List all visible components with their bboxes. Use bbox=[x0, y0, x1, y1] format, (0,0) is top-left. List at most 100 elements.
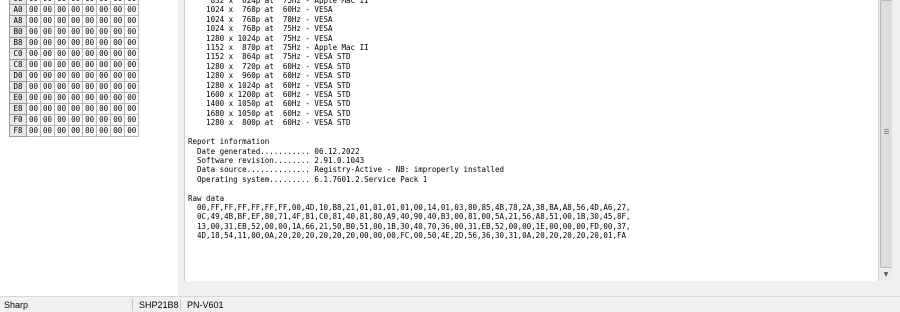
hex-byte-cell[interactable]: 00 bbox=[54, 125, 70, 137]
hex-byte-cell[interactable]: 00 bbox=[96, 4, 112, 16]
hex-byte-cell[interactable]: 00 bbox=[54, 103, 70, 115]
hex-byte-cell[interactable]: 00 bbox=[40, 48, 56, 60]
hex-byte-cell[interactable]: 00 bbox=[110, 48, 126, 60]
hex-byte-cell[interactable]: 00 bbox=[68, 103, 84, 115]
hex-byte-cell[interactable]: 00 bbox=[82, 37, 98, 49]
hex-byte-cell[interactable]: 00 bbox=[54, 26, 70, 38]
hex-byte-cell[interactable]: 00 bbox=[40, 114, 56, 126]
hex-byte-cell[interactable]: 00 bbox=[68, 4, 84, 16]
hex-byte-cell[interactable]: 00 bbox=[40, 103, 56, 115]
hex-byte-cell[interactable]: 00 bbox=[54, 114, 70, 126]
hex-byte-cell[interactable]: 00 bbox=[96, 59, 112, 71]
hex-byte-cell[interactable]: 00 bbox=[124, 26, 140, 38]
hex-byte-cell[interactable]: 00 bbox=[110, 15, 126, 27]
report-line: 832 x 624p at 75Hz - Apple Mac II bbox=[188, 0, 369, 5]
hex-byte-cell[interactable]: 00 bbox=[54, 15, 70, 27]
hex-byte-cell[interactable]: 00 bbox=[82, 15, 98, 27]
hex-byte-cell[interactable]: 00 bbox=[124, 81, 140, 93]
hex-byte-cell[interactable]: 00 bbox=[54, 81, 70, 93]
hex-byte-cell[interactable]: 00 bbox=[25, 59, 42, 71]
hex-byte-cell[interactable]: 00 bbox=[110, 125, 126, 137]
hex-byte-cell[interactable]: 00 bbox=[124, 70, 140, 82]
hex-byte-cell[interactable]: 00 bbox=[68, 48, 84, 60]
hex-byte-cell[interactable]: 00 bbox=[25, 26, 42, 38]
scroll-down-arrow-icon[interactable]: ▼ bbox=[879, 268, 893, 281]
hex-byte-cell[interactable]: 00 bbox=[96, 48, 112, 60]
hex-byte-cell[interactable]: 00 bbox=[110, 4, 126, 16]
hex-byte-cell[interactable]: 00 bbox=[124, 37, 140, 49]
hex-byte-cell[interactable]: 00 bbox=[110, 26, 126, 38]
hex-byte-cell[interactable]: 00 bbox=[25, 103, 42, 115]
hex-byte-cell[interactable]: 00 bbox=[124, 4, 140, 16]
hex-byte-cell[interactable]: 00 bbox=[54, 48, 70, 60]
hex-byte-cell[interactable]: 00 bbox=[82, 92, 98, 104]
hex-byte-cell[interactable]: 00 bbox=[96, 125, 112, 137]
hex-byte-cell[interactable]: 00 bbox=[25, 125, 42, 137]
hex-byte-cell[interactable]: 00 bbox=[25, 92, 42, 104]
hex-byte-cell[interactable]: 00 bbox=[54, 92, 70, 104]
hex-byte-cell[interactable]: 00 bbox=[68, 59, 84, 71]
hex-byte-cell[interactable]: 00 bbox=[40, 125, 56, 137]
hex-byte-cell[interactable]: 00 bbox=[54, 70, 70, 82]
hex-byte-cell[interactable]: 00 bbox=[110, 114, 126, 126]
hex-byte-cell[interactable]: 00 bbox=[110, 59, 126, 71]
hex-byte-cell[interactable]: 00 bbox=[54, 37, 70, 49]
hex-byte-cell[interactable]: 00 bbox=[25, 81, 42, 93]
hex-byte-cell[interactable]: 00 bbox=[124, 125, 140, 137]
hex-byte-cell[interactable]: 00 bbox=[96, 37, 112, 49]
hex-byte-cell[interactable]: 00 bbox=[40, 59, 56, 71]
hex-byte-cell[interactable]: 00 bbox=[82, 26, 98, 38]
hex-byte-cell[interactable]: 00 bbox=[82, 125, 98, 137]
hex-byte-cell[interactable]: 00 bbox=[82, 103, 98, 115]
hex-byte-cell[interactable]: 00 bbox=[82, 114, 98, 126]
hex-byte-cell[interactable]: 00 bbox=[54, 59, 70, 71]
hex-byte-cell[interactable]: 00 bbox=[110, 103, 126, 115]
hex-byte-cell[interactable]: 00 bbox=[25, 37, 42, 49]
hex-byte-cell[interactable]: 00 bbox=[25, 15, 42, 27]
hex-byte-cell[interactable]: 00 bbox=[25, 48, 42, 60]
hex-byte-cell[interactable]: 00 bbox=[40, 15, 56, 27]
hex-byte-cell[interactable]: 00 bbox=[96, 26, 112, 38]
hex-byte-cell[interactable]: 00 bbox=[124, 15, 140, 27]
hex-byte-cell[interactable]: 00 bbox=[68, 125, 84, 137]
hex-byte-cell[interactable]: 00 bbox=[54, 4, 70, 16]
hex-byte-cell[interactable]: 00 bbox=[25, 70, 42, 82]
hex-byte-cell[interactable]: 00 bbox=[96, 114, 112, 126]
hex-byte-cell[interactable]: 00 bbox=[124, 48, 140, 60]
report-text-area[interactable]: 832 x 624p at 75Hz - Apple Mac II 1024 x… bbox=[184, 0, 879, 281]
hex-byte-cell[interactable]: 00 bbox=[110, 81, 126, 93]
hex-byte-cell[interactable]: 00 bbox=[82, 59, 98, 71]
hex-byte-cell[interactable]: 00 bbox=[96, 103, 112, 115]
hex-byte-cell[interactable]: 00 bbox=[40, 70, 56, 82]
hex-byte-cell[interactable]: 00 bbox=[124, 92, 140, 104]
hex-byte-cell[interactable]: 00 bbox=[124, 103, 140, 115]
hex-byte-cell[interactable]: 00 bbox=[82, 70, 98, 82]
hex-byte-cell[interactable]: 00 bbox=[68, 92, 84, 104]
hex-byte-cell[interactable]: 00 bbox=[68, 37, 84, 49]
hex-byte-cell[interactable]: 00 bbox=[68, 70, 84, 82]
hex-byte-cell[interactable]: 00 bbox=[96, 81, 112, 93]
hex-byte-cell[interactable]: 00 bbox=[82, 81, 98, 93]
hex-byte-cell[interactable]: 00 bbox=[25, 114, 42, 126]
hex-byte-cell[interactable]: 00 bbox=[25, 4, 42, 16]
hex-byte-cell[interactable]: 00 bbox=[40, 81, 56, 93]
hex-byte-cell[interactable]: 00 bbox=[40, 92, 56, 104]
hex-byte-cell[interactable]: 00 bbox=[96, 70, 112, 82]
hex-byte-cell[interactable]: 00 bbox=[40, 4, 56, 16]
hex-byte-cell[interactable]: 00 bbox=[124, 59, 140, 71]
hex-byte-cell[interactable]: 00 bbox=[68, 81, 84, 93]
hex-byte-cell[interactable]: 00 bbox=[110, 70, 126, 82]
vertical-scrollbar[interactable]: ▼ bbox=[878, 0, 893, 281]
hex-byte-cell[interactable]: 00 bbox=[68, 114, 84, 126]
hex-byte-cell[interactable]: 00 bbox=[110, 92, 126, 104]
hex-byte-cell[interactable]: 00 bbox=[96, 92, 112, 104]
hex-byte-cell[interactable]: 00 bbox=[96, 15, 112, 27]
hex-byte-cell[interactable]: 00 bbox=[82, 48, 98, 60]
hex-byte-cell[interactable]: 00 bbox=[110, 37, 126, 49]
hex-byte-cell[interactable]: 00 bbox=[82, 4, 98, 16]
hex-byte-cell[interactable]: 00 bbox=[40, 26, 56, 38]
hex-byte-cell[interactable]: 00 bbox=[68, 15, 84, 27]
hex-byte-cell[interactable]: 00 bbox=[40, 37, 56, 49]
hex-byte-cell[interactable]: 00 bbox=[68, 26, 84, 38]
hex-byte-cell[interactable]: 00 bbox=[124, 114, 140, 126]
